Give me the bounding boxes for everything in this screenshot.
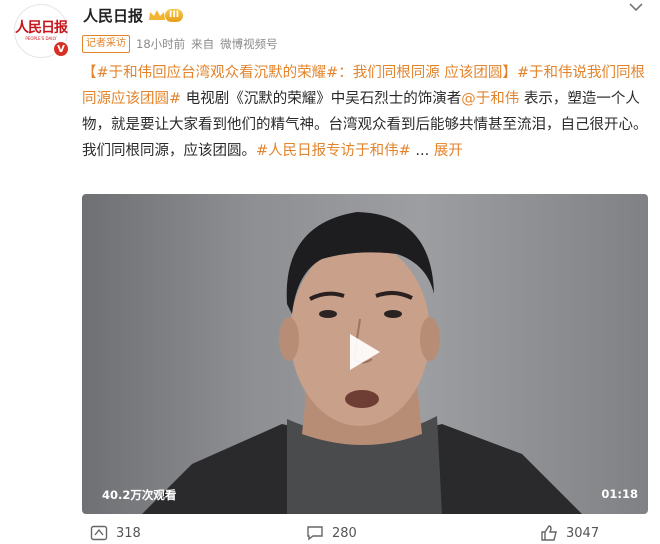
post-tag: 记者采访 [82,35,130,53]
topic-link-3[interactable]: #人民日报专访于和伟# [256,143,411,159]
post-meta: 18小时前 来自 微博视频号 [136,36,284,52]
ellipsis: ... [410,143,430,159]
level-badge: III [165,9,184,22]
post-text: 【#于和伟回应台湾观众看沉默的荣耀#：我们同根同源 应该团圆】#于和伟说我们同根… [82,60,648,164]
expand-link[interactable]: 展开 [434,143,463,159]
repost-icon [90,525,108,541]
thumbs-up-icon [541,525,557,541]
comment-count: 280 [332,525,357,541]
avatar-logo: 人民日报 [15,20,68,36]
crown-icon [149,10,165,20]
source-prefix: 来自 [191,37,215,51]
comment-button[interactable]: 280 [306,525,357,541]
repost-button[interactable]: 318 [90,525,141,541]
play-icon[interactable] [344,332,384,372]
comment-icon [307,526,323,541]
like-count: 3047 [566,525,600,541]
post-body-1: 电视剧《沉默的荣耀》中吴石烈士的饰演者 [181,91,462,107]
username[interactable]: 人民日报 [83,5,143,26]
video-player[interactable]: 40.2万次观看 01:18 [82,194,648,514]
topic-link-1[interactable]: 【#于和伟回应台湾观众看沉默的荣耀#：我们同根同源 应该团圆】 [82,65,517,81]
avatar-logo-sub: PEOPLE'S DAILY [25,36,57,41]
mention-link[interactable]: @于和伟 [461,91,519,107]
verified-badge-icon: V [52,40,70,58]
view-count: 40.2万次观看 [102,488,177,502]
like-button[interactable]: 3047 [540,525,599,541]
chevron-down-icon[interactable] [628,2,650,14]
video-duration: 01:18 [601,487,638,501]
post-source[interactable]: 微博视频号 [220,37,278,51]
repost-count: 318 [116,525,141,541]
post-time[interactable]: 18小时前 [136,37,185,51]
